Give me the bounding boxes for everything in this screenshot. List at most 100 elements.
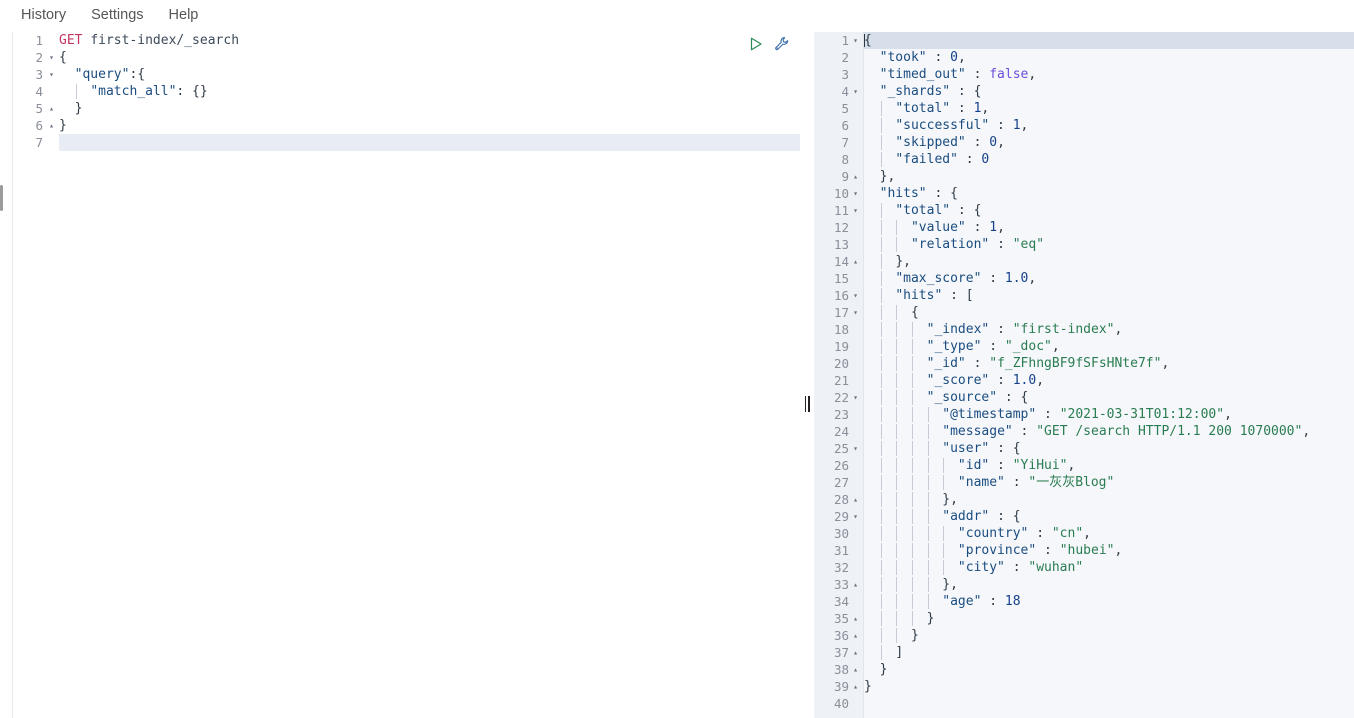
fold-open-icon[interactable]: ▾ xyxy=(851,440,860,457)
indent-guide xyxy=(881,237,882,252)
indent-guide xyxy=(912,407,913,422)
fold-close-icon[interactable]: ▴ xyxy=(851,644,860,661)
token-str: "first-index" xyxy=(1013,322,1115,337)
token-str: "GET /search HTTP/1.1 200 1070000" xyxy=(1036,424,1302,439)
line-number: 4 xyxy=(13,83,59,100)
fold-open-icon[interactable]: ▾ xyxy=(851,287,860,304)
code-line: "_score" : 1.0, xyxy=(864,372,1354,389)
token-plain xyxy=(864,424,942,439)
line-number: 16▾ xyxy=(814,287,863,304)
fold-open-icon[interactable]: ▾ xyxy=(851,83,860,100)
request-code-area[interactable]: GET first-index/_search{ "query":{ "matc… xyxy=(59,32,800,718)
fold-close-icon[interactable]: ▴ xyxy=(851,678,860,695)
indent-guide xyxy=(928,441,929,456)
token-punc: , xyxy=(1068,458,1076,473)
request-editor-panel[interactable]: 12▾3▾45▴6▴7 GET first-index/_search{ "qu… xyxy=(12,32,800,718)
indent-guide xyxy=(881,220,882,235)
indent-guide xyxy=(881,594,882,609)
fold-open-icon[interactable]: ▾ xyxy=(851,202,860,219)
menu-item-settings[interactable]: Settings xyxy=(91,0,143,31)
indent-guide xyxy=(881,101,882,116)
menu-item-help[interactable]: Help xyxy=(169,0,199,31)
token-key: "value" xyxy=(911,220,966,235)
line-number: 6▴ xyxy=(13,117,59,134)
token-punc: , xyxy=(1083,526,1091,541)
response-line-number-gutter[interactable]: 1▾234▾56789▴10▾11▾121314▴1516▾17▾1819202… xyxy=(814,32,864,718)
line-number: 18 xyxy=(814,321,863,338)
line-number: 3 xyxy=(814,66,863,83)
token-key: "id" xyxy=(958,458,989,473)
fold-close-icon[interactable]: ▴ xyxy=(851,661,860,678)
indent-guide xyxy=(896,441,897,456)
token-punc: : xyxy=(981,339,1004,354)
fold-open-icon[interactable]: ▾ xyxy=(851,389,860,406)
token-key: "age" xyxy=(942,594,981,609)
line-number: 8 xyxy=(814,151,863,168)
token-punc: ] xyxy=(895,645,903,660)
line-number: 38▴ xyxy=(814,661,863,678)
request-action-buttons xyxy=(748,36,790,52)
fold-open-icon[interactable]: ▾ xyxy=(851,304,860,321)
line-number: 5 xyxy=(814,100,863,117)
fold-open-icon[interactable]: ▾ xyxy=(47,66,56,83)
line-number: 9▴ xyxy=(814,168,863,185)
code-line: "value" : 1, xyxy=(864,219,1354,236)
indent-guide xyxy=(881,203,882,218)
code-line: "total" : 1, xyxy=(864,100,1354,117)
fold-close-icon[interactable]: ▴ xyxy=(851,253,860,270)
panel-splitter[interactable] xyxy=(800,32,814,718)
indent-guide xyxy=(896,424,897,439)
dev-tools-console: History Settings Help 12▾3▾45▴6▴7 GET fi… xyxy=(0,0,1354,718)
code-line: "_type" : "_doc", xyxy=(864,338,1354,355)
token-punc: : xyxy=(958,152,981,167)
token-key: "city" xyxy=(958,560,1005,575)
token-plain xyxy=(59,67,75,82)
response-editor-panel[interactable]: 1▾234▾56789▴10▾11▾121314▴1516▾17▾1819202… xyxy=(814,32,1354,718)
indent-guide xyxy=(881,441,882,456)
wrench-icon[interactable] xyxy=(774,36,790,52)
code-line: "total" : { xyxy=(864,202,1354,219)
indent-guide xyxy=(928,407,929,422)
token-plain xyxy=(864,186,880,201)
menu-item-history[interactable]: History xyxy=(21,0,66,31)
play-run-icon[interactable] xyxy=(748,36,764,52)
fold-close-icon[interactable]: ▴ xyxy=(47,117,56,134)
code-line: }, xyxy=(864,491,1354,508)
code-line: "hits" : [ xyxy=(864,287,1354,304)
code-line: { xyxy=(864,32,1354,49)
token-plain xyxy=(864,237,911,252)
token-plain xyxy=(59,101,75,116)
token-punc: { xyxy=(911,305,919,320)
token-punc: : [ xyxy=(942,288,973,303)
request-line-number-gutter[interactable]: 12▾3▾45▴6▴7 xyxy=(13,32,59,718)
splitter-grip-icon[interactable] xyxy=(804,396,810,412)
indent-guide xyxy=(928,424,929,439)
code-line: "query":{ xyxy=(59,66,800,83)
indent-guide xyxy=(912,594,913,609)
token-punc: : xyxy=(1036,543,1059,558)
token-plain xyxy=(864,509,942,524)
token-punc: : xyxy=(1036,407,1059,422)
page-scrollbar-thumb[interactable] xyxy=(0,185,3,211)
fold-open-icon[interactable]: ▾ xyxy=(851,508,860,525)
response-code-area[interactable]: { "took" : 0, "timed_out" : false, "_sha… xyxy=(864,32,1354,718)
fold-open-icon[interactable]: ▾ xyxy=(47,49,56,66)
fold-close-icon[interactable]: ▴ xyxy=(851,491,860,508)
fold-close-icon[interactable]: ▴ xyxy=(47,100,56,117)
indent-guide xyxy=(912,475,913,490)
token-punc: : { xyxy=(989,509,1020,524)
fold-close-icon[interactable]: ▴ xyxy=(851,610,860,627)
line-number: 31 xyxy=(814,542,863,559)
line-number: 19 xyxy=(814,338,863,355)
token-punc: : xyxy=(966,220,989,235)
line-number: 20 xyxy=(814,355,863,372)
token-str: "_doc" xyxy=(1005,339,1052,354)
fold-open-icon[interactable]: ▾ xyxy=(851,185,860,202)
indent-guide xyxy=(943,475,944,490)
fold-open-icon[interactable]: ▾ xyxy=(851,32,860,49)
code-line: "id" : "YiHui", xyxy=(864,457,1354,474)
fold-close-icon[interactable]: ▴ xyxy=(851,627,860,644)
fold-close-icon[interactable]: ▴ xyxy=(851,168,860,185)
fold-close-icon[interactable]: ▴ xyxy=(851,576,860,593)
line-number: 28▴ xyxy=(814,491,863,508)
